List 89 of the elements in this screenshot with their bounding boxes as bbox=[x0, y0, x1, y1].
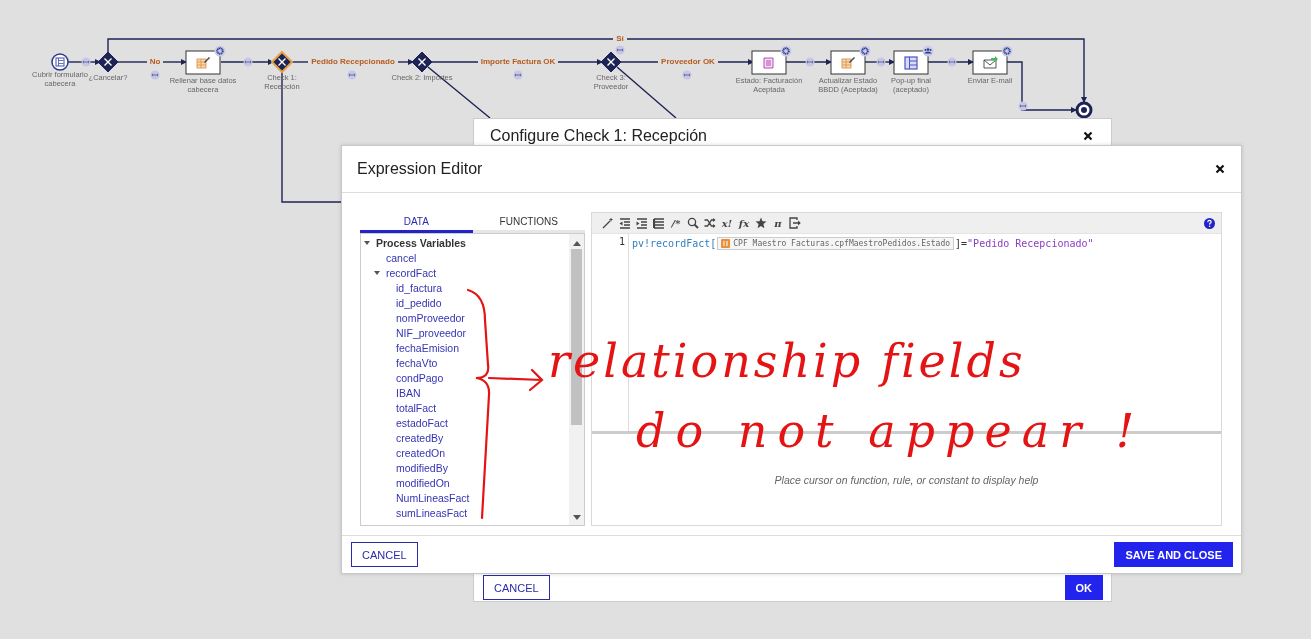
tree-item[interactable]: estadoFact bbox=[396, 416, 448, 429]
tree-item[interactable]: fechaEmision bbox=[396, 341, 460, 354]
toolbar-button[interactable]: π bbox=[772, 217, 784, 229]
tree-item[interactable]: NumLineasFact bbox=[396, 491, 470, 504]
gateway-diamond[interactable] bbox=[97, 51, 119, 73]
expand-arrow-icon[interactable] bbox=[374, 270, 380, 275]
expand-arrow-icon[interactable] bbox=[364, 240, 370, 245]
help-text: Place cursor on function, rule, or constant to display help bbox=[774, 473, 1039, 486]
flow-label: Proveedor OK bbox=[661, 57, 715, 66]
scroll-up-icon[interactable] bbox=[572, 241, 581, 246]
tree-item[interactable]: createdOn bbox=[396, 446, 446, 459]
cancel-button[interactable]: CANCEL bbox=[351, 542, 418, 567]
code-operator: ]= bbox=[955, 237, 968, 249]
scroll-icon bbox=[763, 57, 774, 69]
tree-item[interactable]: modifiedBy bbox=[396, 461, 448, 474]
code-variable: pv!recordFact[ bbox=[632, 237, 717, 249]
shuffle-icon[interactable] bbox=[704, 217, 716, 229]
record-field-token[interactable]: CPF Maestro Facturas.cpfMaestroPedidos.Estado bbox=[717, 236, 955, 250]
flow-line bbox=[67, 59, 101, 65]
link-icon[interactable] bbox=[947, 57, 957, 67]
link-icon[interactable] bbox=[243, 57, 253, 67]
toolbar-button[interactable]: fx bbox=[738, 217, 750, 229]
tree-item[interactable]: condPago bbox=[396, 371, 444, 384]
link-icon[interactable] bbox=[513, 70, 523, 80]
flow-line bbox=[557, 59, 603, 65]
gateway-diamond[interactable] bbox=[600, 51, 622, 73]
toolbar-button[interactable]: x! bbox=[721, 217, 733, 229]
start-event[interactable] bbox=[51, 53, 69, 71]
link-icon[interactable] bbox=[81, 57, 91, 67]
tree-item[interactable]: nomProveedor bbox=[396, 311, 465, 324]
tree-item[interactable]: recordFact bbox=[386, 266, 437, 279]
dialog-title: Configure Check 1: Recepción bbox=[490, 127, 707, 144]
gear-icon[interactable] bbox=[1001, 45, 1013, 57]
tree-item[interactable]: sumLineasFact bbox=[396, 506, 468, 519]
tree-item[interactable]: Process Variables bbox=[376, 236, 466, 249]
code-string: "Pedido Recepcionado" bbox=[967, 237, 1094, 249]
gateway-diamond[interactable] bbox=[411, 51, 433, 73]
close-icon[interactable] bbox=[1215, 164, 1225, 174]
flow-label: Pedido Recepcionado bbox=[311, 57, 395, 66]
indent-icon[interactable] bbox=[636, 217, 648, 229]
flow-label: Sí bbox=[616, 34, 624, 43]
gear-icon[interactable] bbox=[780, 45, 792, 57]
tree-item[interactable]: NIF_proveedor bbox=[396, 326, 467, 339]
scroll-down-icon[interactable] bbox=[572, 515, 581, 520]
tree-item[interactable]: id_pedido bbox=[396, 296, 442, 309]
link-icon[interactable] bbox=[347, 70, 357, 80]
close-icon[interactable] bbox=[1083, 130, 1093, 141]
tree-item[interactable]: modifiedOn bbox=[396, 476, 450, 489]
email-send-icon bbox=[983, 56, 998, 69]
flow-line bbox=[430, 61, 479, 63]
list-icon[interactable] bbox=[653, 217, 665, 229]
flow-line bbox=[397, 59, 414, 65]
star-icon[interactable] bbox=[755, 217, 767, 229]
exit-icon[interactable] bbox=[789, 217, 801, 229]
record-field-path: CPF Maestro Facturas.cpfMaestroPedidos.Estado bbox=[733, 238, 951, 248]
table-edit-icon bbox=[841, 57, 855, 69]
tree-item[interactable]: id_factura bbox=[396, 281, 443, 294]
cancel-button[interactable]: CANCEL bbox=[483, 575, 550, 600]
record-icon bbox=[721, 238, 731, 248]
link-icon[interactable] bbox=[1018, 101, 1028, 111]
dialog-title: Expression Editor bbox=[357, 160, 483, 178]
primary-button[interactable]: OK bbox=[1064, 575, 1103, 600]
form-icon bbox=[904, 56, 918, 70]
tree-item[interactable]: IBAN bbox=[396, 386, 421, 399]
primary-button[interactable]: SAVE AND CLOSE bbox=[1114, 542, 1233, 567]
magic-wand-icon[interactable] bbox=[602, 217, 614, 229]
link-icon[interactable] bbox=[876, 57, 886, 67]
tree-item[interactable]: createdBy bbox=[396, 431, 444, 444]
search-icon[interactable] bbox=[687, 217, 699, 229]
gear-icon[interactable] bbox=[214, 45, 226, 57]
tree-item[interactable]: totalFact bbox=[396, 401, 437, 414]
help-icon[interactable] bbox=[1204, 217, 1215, 229]
tree-item[interactable]: fechaVto bbox=[396, 356, 438, 369]
flow-line bbox=[162, 59, 187, 65]
tree-item[interactable]: cancel bbox=[386, 251, 417, 264]
gear-icon[interactable] bbox=[859, 45, 871, 57]
flow-line bbox=[290, 61, 309, 63]
outdent-icon[interactable] bbox=[619, 217, 631, 229]
flow-label: No bbox=[149, 57, 161, 66]
people-icon[interactable] bbox=[922, 45, 934, 57]
link-icon[interactable] bbox=[682, 70, 692, 80]
flow-line bbox=[115, 61, 148, 63]
flow-label: Importe Factura OK bbox=[480, 57, 556, 66]
link-icon[interactable] bbox=[150, 70, 160, 80]
toolbar-button[interactable]: /* bbox=[670, 217, 682, 229]
link-icon[interactable] bbox=[615, 45, 625, 55]
gateway-diamond[interactable] bbox=[270, 50, 294, 74]
link-icon[interactable] bbox=[805, 57, 815, 67]
table-edit-icon bbox=[196, 57, 210, 69]
